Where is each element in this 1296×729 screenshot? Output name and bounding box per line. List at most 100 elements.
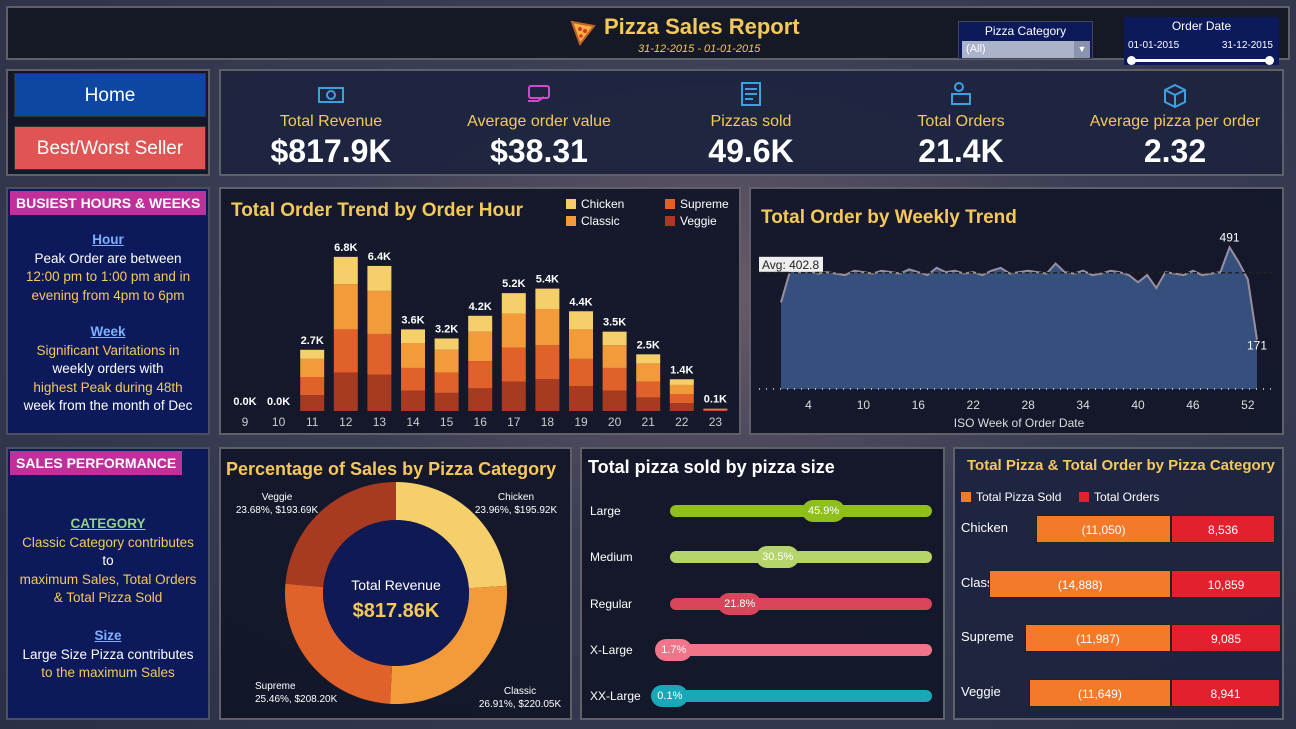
slice-name-label: Chicken [498, 492, 534, 503]
bar-segment[interactable] [703, 409, 728, 411]
total-pizza-sold-bar[interactable]: (14,888) [989, 570, 1171, 598]
size-label: Medium [590, 550, 633, 564]
bar-segment[interactable] [602, 345, 627, 368]
bar-total-label: 0.1K [704, 394, 727, 406]
bar-segment[interactable] [367, 265, 392, 291]
x-tick-label: 13 [373, 415, 387, 429]
size-label: X-Large [590, 643, 633, 657]
bar-segment[interactable] [501, 381, 526, 411]
bar-segment[interactable] [401, 390, 425, 411]
bar-segment[interactable] [434, 392, 459, 411]
page-title: Pizza Sales Report [604, 14, 800, 39]
bar-segment[interactable] [367, 333, 392, 375]
bar-segment[interactable] [535, 288, 560, 309]
bar-segment[interactable] [468, 315, 493, 332]
bar-segment[interactable] [333, 284, 358, 330]
size-percent-label: 45.9% [801, 500, 846, 522]
legend-swatch [1079, 492, 1089, 502]
total-orders-bar[interactable]: 8,941 [1171, 679, 1281, 707]
size-bar[interactable] [670, 690, 932, 702]
bar-segment[interactable] [669, 403, 694, 411]
bar-segment[interactable] [669, 384, 694, 394]
size-bar[interactable] [670, 598, 932, 610]
bar-segment[interactable] [602, 331, 627, 346]
bar-segment[interactable] [636, 381, 661, 398]
bar-segment[interactable] [333, 372, 358, 411]
date-slider-start-handle[interactable] [1127, 56, 1136, 65]
bar-segment[interactable] [333, 256, 358, 285]
bar-segment[interactable] [300, 377, 325, 396]
bar-segment[interactable] [333, 329, 358, 373]
weekly-trend-chart: Avg: 402.8 491 171 4 10 16 22 28 34 40 46 52 ISO Wee… [759, 230, 1273, 430]
bar-segment[interactable] [367, 290, 392, 334]
x-tick-label: 34 [1076, 398, 1090, 412]
total-pizza-sold-bar[interactable]: (11,987) [1024, 624, 1171, 652]
bar-segment[interactable] [703, 409, 728, 410]
size-percent-label: 0.1% [651, 685, 689, 707]
bar-segment[interactable] [535, 345, 560, 380]
best-worst-seller-button[interactable]: Best/Worst Seller [14, 126, 206, 170]
bar-total-label: 4.2K [469, 301, 492, 313]
total-orders-bar[interactable]: 9,085 [1171, 624, 1281, 652]
bar-segment[interactable] [602, 390, 627, 411]
bar-segment[interactable] [501, 293, 526, 314]
category-slicer[interactable]: Pizza Category (All) ▼ [958, 21, 1093, 59]
bar-segment[interactable] [401, 367, 425, 391]
chevron-down-icon[interactable]: ▼ [1074, 41, 1090, 58]
legend-total-orders: Total Orders [1079, 490, 1159, 504]
kpi-value: 2.32 [1143, 133, 1207, 169]
category-label: Supreme [961, 629, 1014, 644]
bar-total-label: 3.5K [603, 317, 626, 329]
bar-segment[interactable] [468, 331, 493, 362]
bar-segment[interactable] [569, 358, 593, 387]
bar-segment[interactable] [636, 397, 661, 411]
bar-segment[interactable] [501, 313, 526, 348]
total-orders-bar[interactable]: 10,859 [1171, 570, 1281, 598]
total-orders-bar[interactable]: 8,536 [1171, 515, 1276, 543]
bar-segment[interactable] [669, 394, 694, 404]
bar-segment[interactable] [501, 347, 526, 382]
bar-segment[interactable] [367, 374, 392, 411]
kpi-total-orders: Total Orders 21.4K [861, 71, 1061, 176]
bar-segment[interactable] [468, 361, 493, 389]
bar-segment[interactable] [434, 338, 459, 350]
bar-segment[interactable] [401, 329, 425, 343]
bar-segment[interactable] [434, 349, 459, 373]
bar-segment[interactable] [535, 379, 560, 411]
date-slider-track[interactable] [1130, 59, 1272, 62]
bar-segment[interactable] [569, 386, 593, 411]
bar-segment[interactable] [636, 354, 661, 364]
slice-value-label: 26.91%, $220.05K [479, 699, 562, 710]
home-button[interactable]: Home [14, 73, 206, 117]
date-slider-end-handle[interactable] [1265, 56, 1274, 65]
total-pizza-sold-bar[interactable]: (11,649) [1028, 679, 1171, 707]
bar-segment[interactable] [300, 395, 325, 411]
bar-segment[interactable] [569, 311, 593, 330]
bar-segment[interactable] [468, 388, 493, 411]
bar-segment[interactable] [636, 363, 661, 382]
bar-segment[interactable] [401, 343, 425, 368]
category-dropdown[interactable]: (All) ▼ [962, 41, 1090, 58]
bar-segment[interactable] [669, 379, 694, 385]
bar-segment[interactable] [535, 309, 560, 346]
bar-segment[interactable] [300, 349, 325, 359]
bar-segment[interactable] [569, 329, 593, 359]
size-percent-label: 21.8% [718, 593, 762, 615]
donut-center-label: Total Revenue [351, 577, 441, 593]
bar-segment[interactable] [602, 367, 627, 391]
chart-title: Total Pizza & Total Order by Pizza Categ… [967, 457, 1275, 474]
x-tick-label: 22 [967, 398, 981, 412]
total-pizza-sold-bar[interactable]: (11,050) [1036, 515, 1171, 543]
area-fill [781, 247, 1257, 389]
weekly-trend-chart-panel: Total Order by Weekly Trend Avg: 402.8 49… [749, 187, 1284, 435]
date-slicer[interactable]: Order Date 01-01-2015 31-12-2015 [1124, 17, 1279, 65]
week-line: highest Peak during 48th [33, 379, 183, 395]
bar-segment[interactable] [300, 358, 325, 377]
size-label: Regular [590, 597, 633, 611]
box-icon [1164, 83, 1186, 109]
x-tick-label: 9 [242, 415, 249, 429]
x-tick-label: 23 [709, 415, 723, 429]
size-bar[interactable] [670, 551, 932, 563]
size-bar[interactable] [670, 644, 932, 656]
bar-segment[interactable] [434, 372, 459, 393]
